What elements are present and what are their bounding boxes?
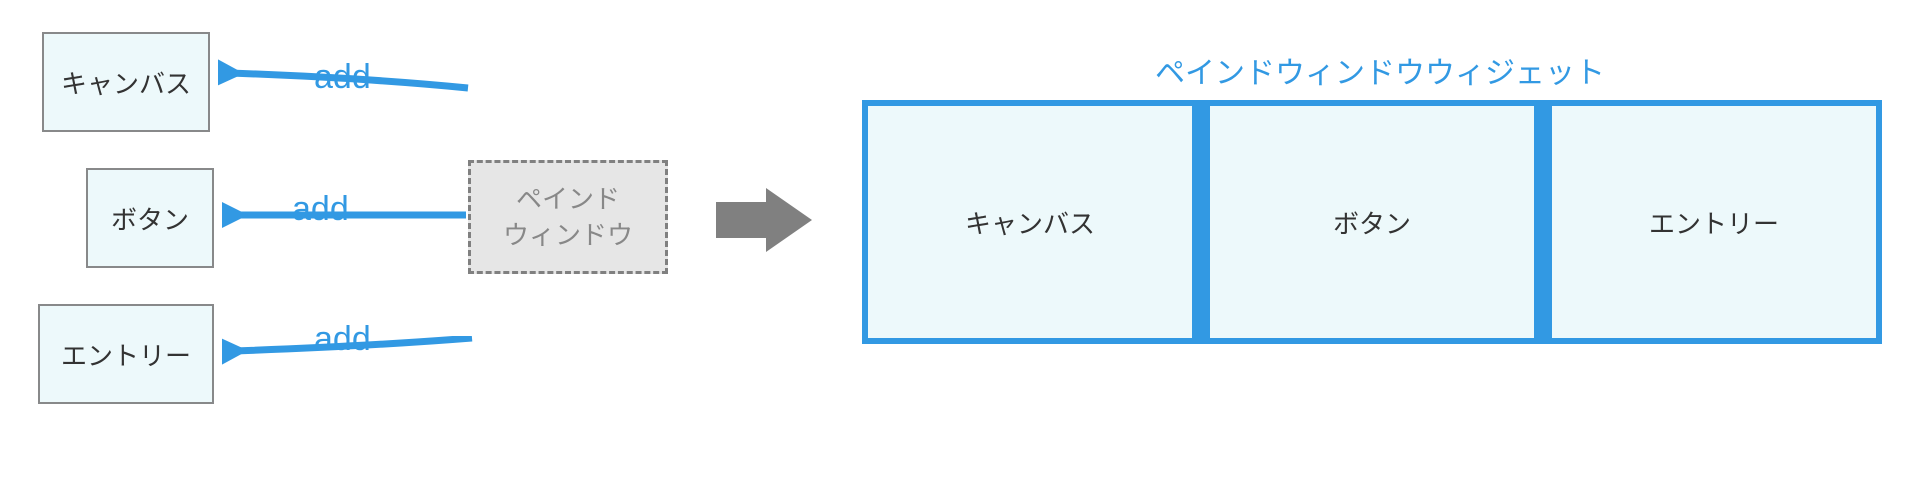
paned-child-button: ボタン bbox=[1210, 106, 1534, 338]
paned-child-canvas: キャンバス bbox=[868, 106, 1192, 338]
paned-entry-label: エントリー bbox=[1649, 204, 1779, 241]
button-label: ボタン bbox=[111, 200, 189, 237]
add-label-canvas: add bbox=[314, 58, 371, 97]
entry-widget-box: エントリー bbox=[38, 304, 214, 404]
big-arrow-right bbox=[716, 180, 816, 260]
source-line2: ウィンドウ bbox=[503, 217, 633, 253]
paned-divider-1 bbox=[1192, 106, 1210, 338]
button-widget-box: ボタン bbox=[86, 168, 214, 268]
paned-widget-title: ペインドウィンドウウィジェット bbox=[1080, 48, 1680, 92]
paned-button-label: ボタン bbox=[1333, 204, 1411, 241]
source-line1: ペインド bbox=[516, 181, 620, 217]
paned-canvas-label: キャンバス bbox=[965, 204, 1095, 241]
paned-window-source-box: ペインド ウィンドウ bbox=[468, 160, 668, 274]
paned-divider-2 bbox=[1534, 106, 1552, 338]
add-label-entry: add bbox=[314, 320, 371, 359]
entry-label: エントリー bbox=[61, 336, 191, 373]
canvas-widget-box: キャンバス bbox=[42, 32, 210, 132]
add-label-button: add bbox=[292, 190, 349, 229]
paned-child-entry: エントリー bbox=[1552, 106, 1876, 338]
canvas-label: キャンバス bbox=[61, 64, 191, 101]
paned-window-container: キャンバス ボタン エントリー bbox=[862, 100, 1882, 344]
